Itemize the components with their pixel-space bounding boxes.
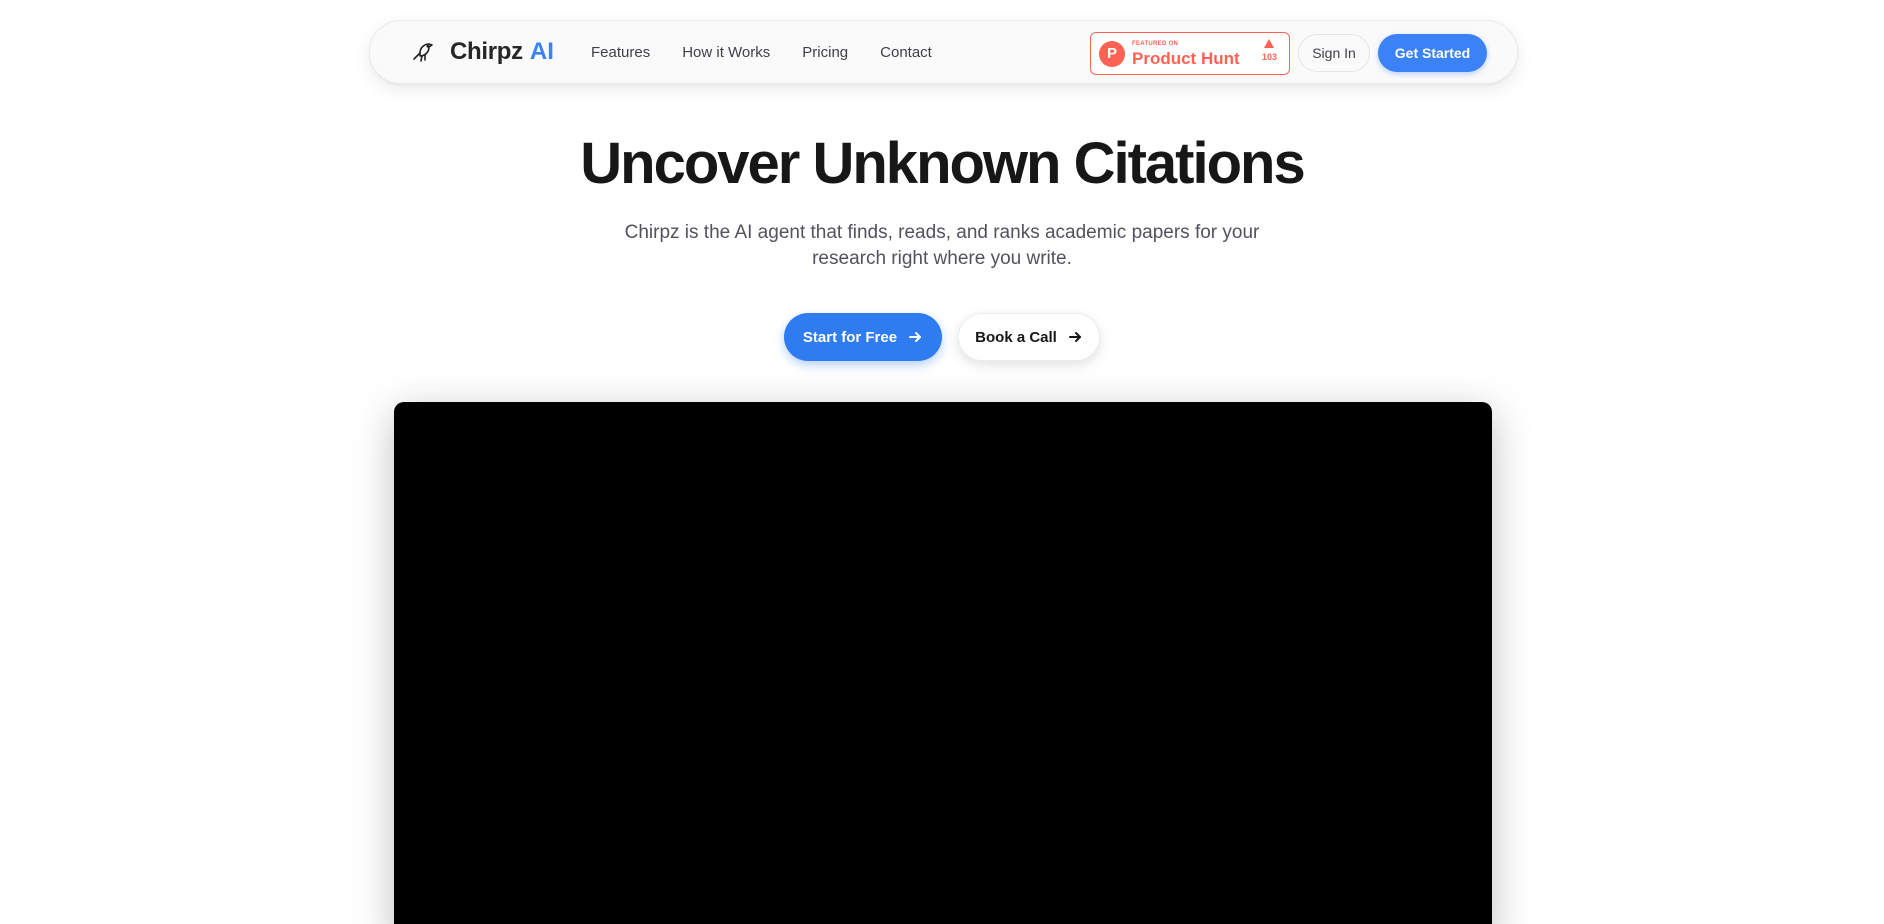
get-started-button[interactable]: Get Started — [1378, 34, 1487, 72]
book-a-call-label: Book a Call — [975, 328, 1057, 346]
bird-icon — [410, 39, 436, 65]
start-for-free-button[interactable]: Start for Free — [784, 313, 942, 361]
nav-link-pricing[interactable]: Pricing — [802, 44, 848, 61]
upvote-triangle-icon — [1264, 39, 1275, 48]
arrow-right-icon — [1067, 329, 1083, 345]
product-hunt-vote-count: 103 — [1261, 52, 1277, 62]
product-hunt-votes: 103 — [1262, 39, 1277, 62]
hero-subtitle: Chirpz is the AI agent that finds, reads… — [624, 222, 1260, 269]
product-hunt-text: FEATURED ON Product Hunt — [1132, 41, 1240, 67]
product-hunt-name: Product Hunt — [1132, 48, 1240, 68]
brand-logo[interactable]: Chirpz AI — [410, 21, 554, 83]
demo-video-player[interactable] — [394, 402, 1492, 924]
nav-link-how-it-works[interactable]: How it Works — [682, 44, 770, 61]
product-hunt-featured-label: FEATURED ON — [1132, 40, 1179, 47]
hero-title: Uncover Unknown Citations — [580, 131, 1305, 196]
sign-in-button[interactable]: Sign In — [1298, 34, 1370, 72]
product-hunt-logo-icon: P — [1099, 40, 1125, 67]
start-for-free-label: Start for Free — [802, 328, 898, 346]
nav-link-contact[interactable]: Contact — [880, 44, 932, 61]
navbar: Chirpz AI Features How it Works Pricing … — [369, 20, 1518, 84]
book-a-call-button[interactable]: Book a Call — [958, 313, 1100, 361]
brand-name: Chirpz — [450, 38, 523, 65]
nav-link-features[interactable]: Features — [591, 44, 650, 61]
hero-cta-row: Start for Free Book a Call — [0, 313, 1884, 361]
arrow-right-icon — [907, 329, 923, 345]
brand-accent: AI — [529, 38, 554, 65]
product-hunt-badge[interactable]: P FEATURED ON Product Hunt 103 — [1090, 32, 1290, 75]
nav-links: Features How it Works Pricing Contact — [591, 21, 932, 83]
